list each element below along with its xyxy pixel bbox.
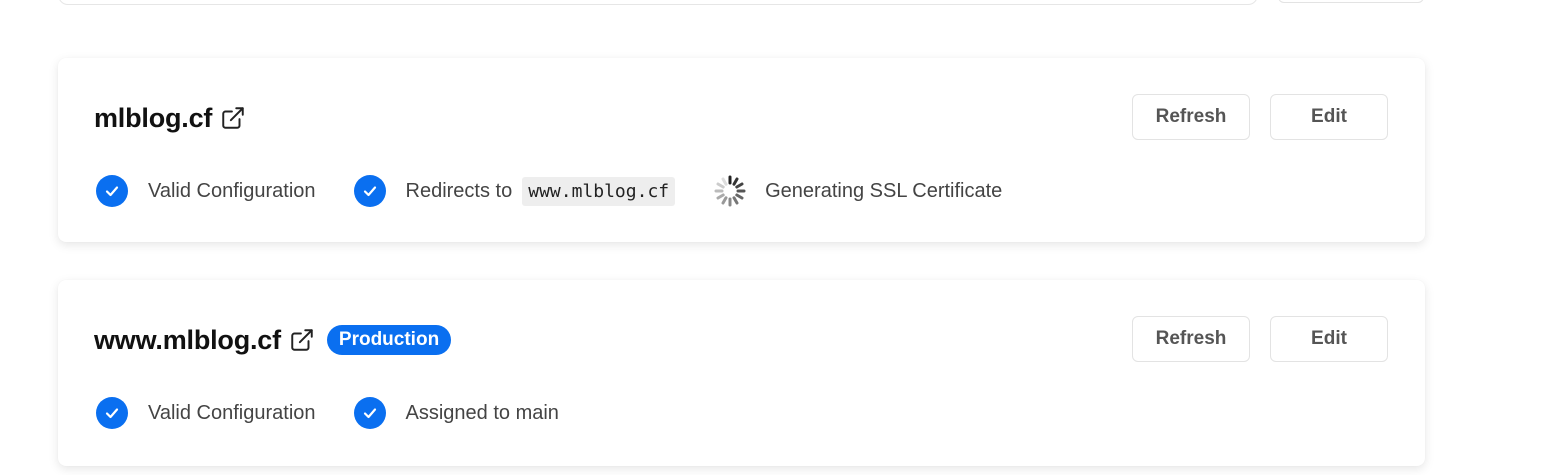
loading-spinner-icon	[713, 174, 747, 208]
domain-card: mlblog.cf Refresh Edit Valid Configurati…	[58, 58, 1425, 242]
external-link-icon[interactable]	[220, 105, 246, 131]
domain-header: mlblog.cf	[94, 98, 246, 138]
previous-button-partial[interactable]	[1278, 0, 1424, 3]
refresh-button[interactable]: Refresh	[1132, 316, 1250, 362]
status-assigned: Assigned to main	[353, 397, 559, 429]
external-link-icon[interactable]	[289, 327, 315, 353]
refresh-button[interactable]: Refresh	[1132, 94, 1250, 140]
status-valid-configuration: Valid Configuration	[96, 397, 316, 429]
status-label: Valid Configuration	[148, 401, 316, 424]
status-valid-configuration: Valid Configuration	[96, 175, 316, 207]
status-row: Valid Configuration Assigned to main	[96, 396, 597, 430]
status-label: Generating SSL Certificate	[765, 179, 1003, 202]
status-label: Redirects to	[405, 179, 513, 202]
domain-card: www.mlblog.cf Production Refresh Edit Va…	[58, 280, 1425, 466]
domain-name[interactable]: www.mlblog.cf	[94, 325, 281, 356]
redirect-target-code: www.mlblog.cf	[522, 176, 676, 206]
check-circle-icon	[96, 397, 128, 429]
edit-button[interactable]: Edit	[1270, 94, 1388, 140]
status-label: Assigned to main	[405, 401, 559, 424]
status-row: Valid Configuration Redirects to www.mlb…	[96, 174, 1040, 208]
status-redirect: Redirects to www.mlblog.cf	[353, 175, 676, 207]
status-ssl: Generating SSL Certificate	[713, 174, 1002, 208]
check-circle-icon	[353, 397, 386, 429]
check-circle-icon	[353, 175, 386, 207]
previous-card-partial	[58, 0, 1258, 5]
domain-header: www.mlblog.cf Production	[94, 320, 452, 360]
edit-button[interactable]: Edit	[1270, 316, 1388, 362]
domain-name[interactable]: mlblog.cf	[94, 103, 212, 134]
check-circle-icon	[96, 175, 128, 207]
domains-page: mlblog.cf Refresh Edit Valid Configurati…	[0, 0, 1541, 475]
production-badge: Production	[326, 325, 452, 355]
status-label: Valid Configuration	[148, 179, 316, 202]
